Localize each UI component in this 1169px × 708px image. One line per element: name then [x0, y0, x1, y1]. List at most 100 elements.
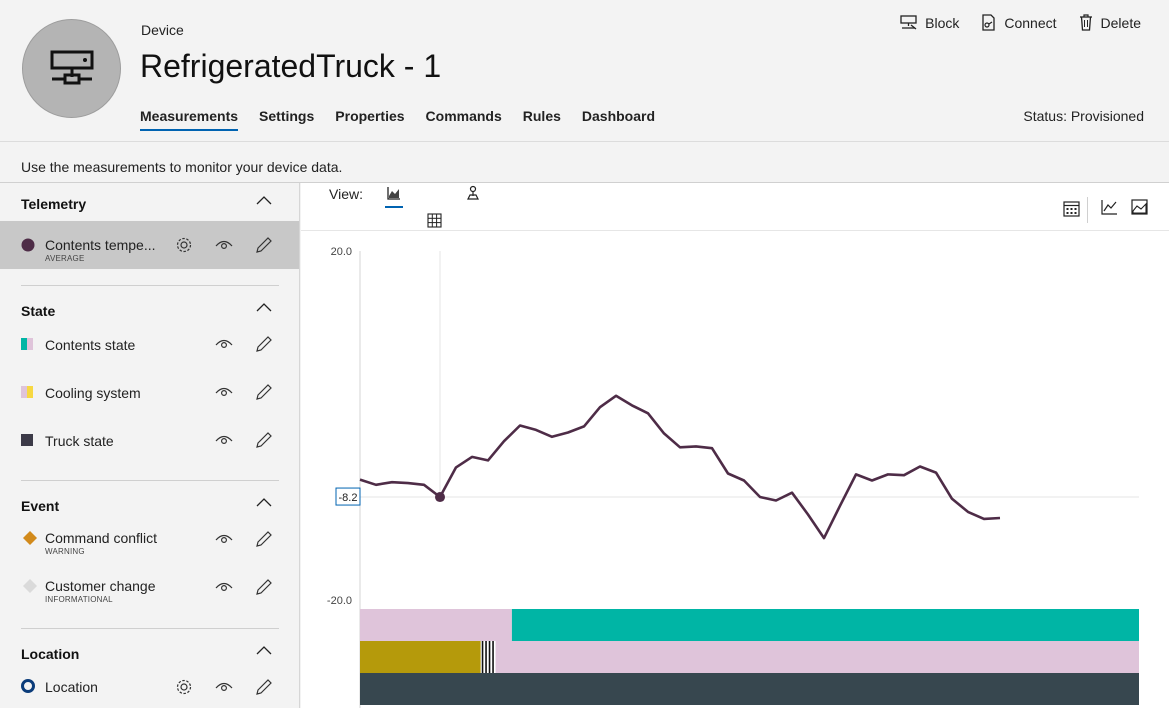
grid-view-button[interactable] — [425, 211, 443, 229]
y-tick-label: -20.0 — [327, 595, 352, 607]
chart-view-button[interactable] — [385, 184, 403, 208]
section-divider — [21, 628, 279, 629]
page-description: Use the measurements to monitor your dev… — [21, 159, 343, 175]
eye-icon[interactable] — [214, 577, 234, 597]
line-graph-icon — [1100, 200, 1117, 215]
block-label: Block — [925, 14, 960, 31]
page-title: RefrigeratedTruck - 1 — [140, 48, 442, 84]
connect-label: Connect — [1004, 14, 1057, 31]
section-title: Event — [21, 498, 60, 514]
measurement-label: Location — [45, 679, 98, 695]
sidebar-item-contents-state[interactable]: Contents state — [0, 328, 299, 376]
y-tick-label: 20.0 — [331, 246, 352, 258]
device-header: Device RefrigeratedTruck - 1 Measurement… — [0, 0, 1169, 142]
state-band-segment — [495, 641, 1139, 673]
series-dot-icon — [21, 238, 35, 252]
state-band-segment — [360, 641, 481, 673]
section-header-telemetry[interactable]: Telemetry — [0, 183, 299, 221]
measurement-label: Contents state — [45, 337, 136, 353]
toolbar-divider — [1087, 197, 1088, 223]
device-type-label: Device — [141, 22, 184, 38]
edit-icon[interactable] — [254, 382, 274, 402]
date-range-button[interactable] — [1062, 199, 1080, 217]
line-style-button[interactable] — [1100, 198, 1118, 216]
measurement-aggregation: AVERAGE — [45, 254, 85, 263]
eye-icon[interactable] — [214, 529, 234, 549]
description-bar: Use the measurements to monitor your dev… — [0, 143, 1169, 183]
state-band-segment — [360, 673, 1139, 705]
edit-icon[interactable] — [254, 430, 274, 450]
section-divider — [21, 480, 279, 481]
location-pin-icon — [21, 679, 35, 693]
sidebar-item-cooling-system[interactable]: Cooling system — [0, 376, 299, 424]
warning-diamond-icon — [23, 531, 37, 545]
chart-panel: View: 20.0 -20.0 -8.2 — [301, 183, 1169, 708]
section-header-state[interactable]: State — [0, 290, 299, 328]
state-band-hatch — [488, 641, 491, 673]
area-style-button[interactable] — [1130, 198, 1148, 216]
line-chart-icon — [387, 187, 400, 200]
telemetry-chart[interactable]: 20.0 -20.0 -8.2 — [301, 231, 1169, 708]
calendar-icon — [1062, 200, 1080, 217]
block-icon — [900, 15, 917, 30]
map-pin-icon — [467, 185, 479, 200]
tab-dashboard[interactable]: Dashboard — [582, 108, 655, 131]
sidebar-item-location[interactable]: Location — [0, 671, 299, 708]
section-header-event[interactable]: Event — [0, 485, 299, 523]
section-header-location[interactable]: Location — [0, 633, 299, 671]
status-text: Status: Provisioned — [1023, 108, 1144, 124]
measurements-sidebar: Telemetry Contents tempe... AVERAGE Stat… — [0, 183, 300, 708]
delete-button[interactable]: Delete — [1079, 14, 1141, 31]
sidebar-item-truck-state[interactable]: Truck state — [0, 424, 299, 472]
tab-rules[interactable]: Rules — [523, 108, 561, 131]
tab-commands[interactable]: Commands — [426, 108, 502, 131]
connect-button[interactable]: Connect — [981, 14, 1057, 31]
sidebar-item-command-conflict[interactable]: Command conflict WARNING — [0, 523, 299, 571]
area-graph-icon — [1130, 199, 1148, 215]
hover-point — [435, 492, 445, 503]
eye-icon[interactable] — [214, 382, 234, 402]
edit-icon[interactable] — [254, 235, 274, 255]
sidebar-item-customer-change[interactable]: Customer change INFORMATIONAL — [0, 571, 299, 619]
edit-icon[interactable] — [254, 529, 274, 549]
section-divider — [21, 285, 279, 286]
series-line-contents-temperature — [359, 394, 1001, 540]
state-band-hatch — [485, 641, 487, 673]
eye-icon[interactable] — [214, 235, 234, 255]
sidebar-item-contents-temperature[interactable]: Contents tempe... AVERAGE — [0, 221, 299, 269]
state-band-segment — [360, 609, 512, 641]
device-icon — [50, 50, 93, 84]
chevron-up-icon[interactable] — [256, 195, 272, 205]
tab-settings[interactable]: Settings — [259, 108, 314, 131]
gear-icon[interactable] — [174, 235, 194, 255]
map-view-button[interactable] — [464, 184, 482, 202]
edit-icon[interactable] — [254, 334, 274, 354]
section-title: Location — [21, 646, 80, 662]
edit-icon[interactable] — [254, 677, 274, 697]
hover-value-label: -8.2 — [339, 492, 358, 504]
state-swatch-icon — [21, 338, 33, 350]
block-button[interactable]: Block — [900, 14, 959, 31]
tab-measurements[interactable]: Measurements — [140, 108, 239, 131]
measurement-label: Cooling system — [45, 385, 141, 401]
measurement-label: Command conflict — [45, 530, 158, 546]
gear-icon[interactable] — [174, 677, 194, 697]
section-title: Telemetry — [21, 196, 87, 212]
measurement-label: Contents tempe... — [45, 237, 156, 253]
edit-icon[interactable] — [254, 577, 274, 597]
eye-icon[interactable] — [214, 334, 234, 354]
state-band-hatch — [492, 641, 494, 673]
chevron-up-icon[interactable] — [256, 302, 272, 312]
tab-properties[interactable]: Properties — [335, 108, 404, 131]
eye-icon[interactable] — [214, 677, 234, 697]
delete-label: Delete — [1100, 14, 1141, 31]
chevron-up-icon[interactable] — [256, 497, 272, 507]
tab-bar: Measurements Settings Properties Command… — [140, 108, 655, 131]
connect-icon — [982, 14, 996, 31]
state-band-hatch — [481, 641, 484, 673]
eye-icon[interactable] — [214, 430, 234, 450]
measurement-label: Customer change — [45, 578, 156, 594]
chevron-up-icon[interactable] — [256, 645, 272, 655]
state-bands — [360, 609, 1139, 705]
action-bar: Block Connect Delete — [900, 14, 1141, 31]
